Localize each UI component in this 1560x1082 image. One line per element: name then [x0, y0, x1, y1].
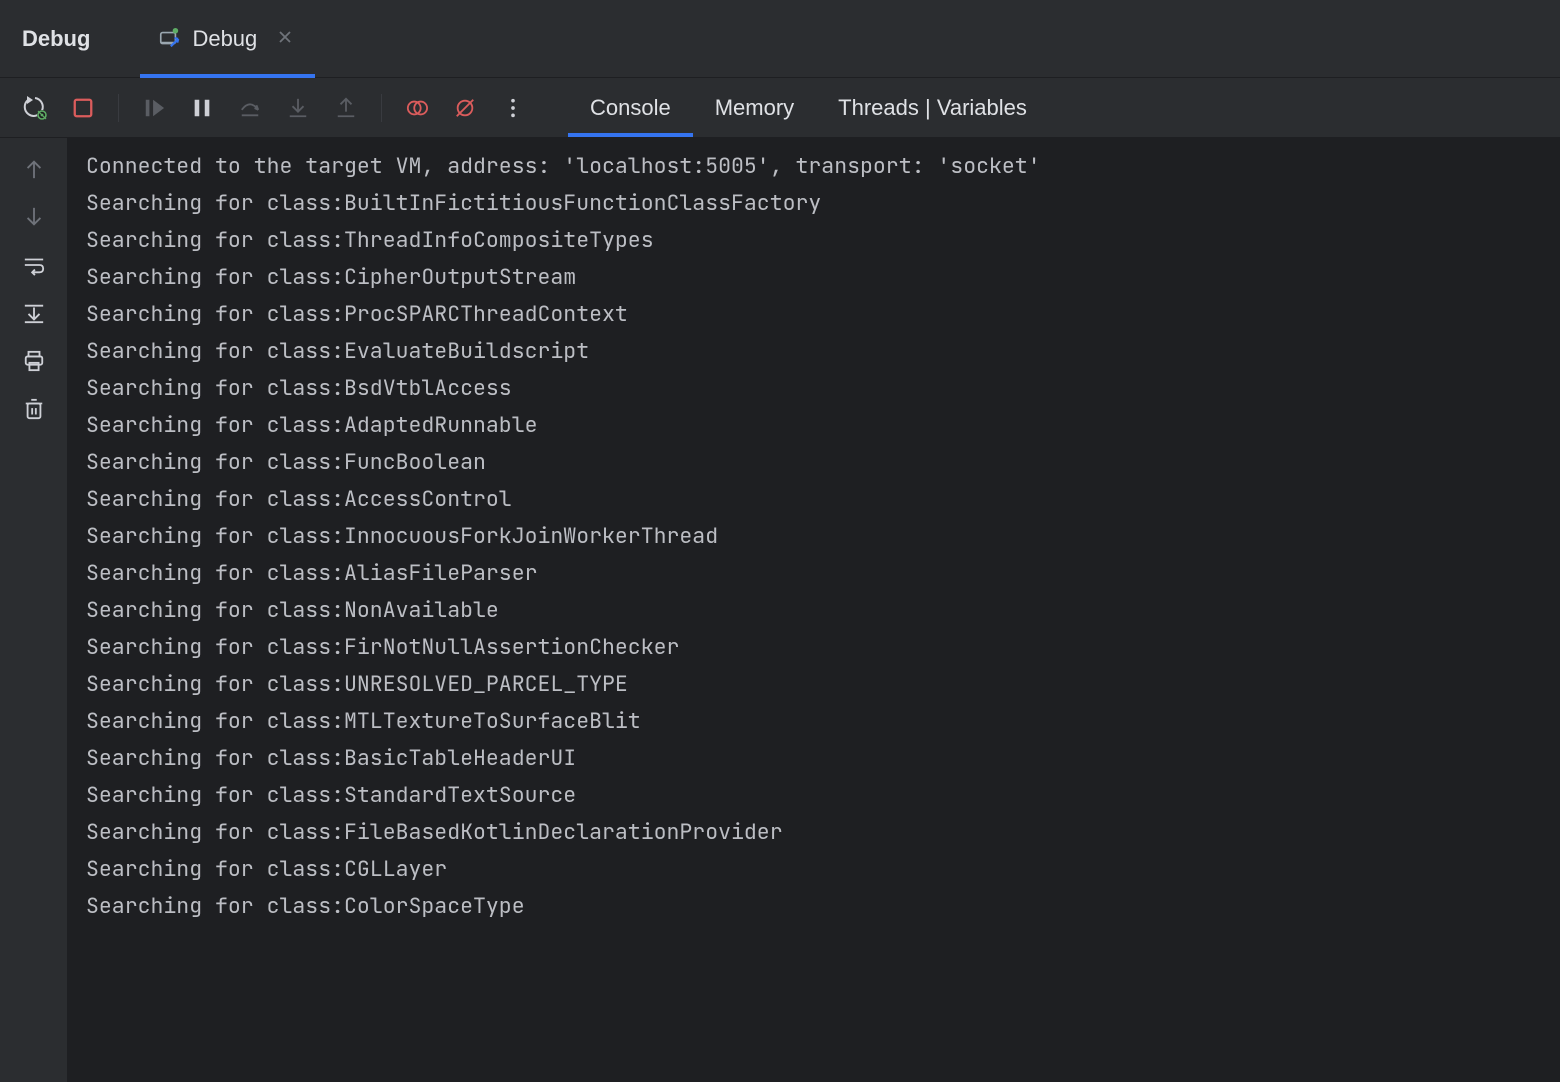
step-out-icon[interactable]	[333, 95, 359, 121]
debug-toolbar: Console Memory Threads | Variables	[0, 78, 1560, 138]
pause-icon[interactable]	[189, 95, 215, 121]
clear-icon[interactable]	[21, 396, 47, 422]
tab-console[interactable]: Console	[568, 78, 693, 137]
more-icon[interactable]	[500, 95, 526, 121]
run-config-icon	[158, 28, 180, 50]
tab-threads-variables[interactable]: Threads | Variables	[816, 78, 1049, 137]
tab-label: Debug	[192, 26, 257, 52]
mute-breakpoints-icon[interactable]	[452, 95, 478, 121]
resume-icon[interactable]	[141, 95, 167, 121]
panel-title: Debug	[22, 26, 90, 52]
console-output[interactable]: Connected to the target VM, address: 'lo…	[68, 138, 1560, 1082]
debug-panel-header: Debug Debug	[0, 0, 1560, 78]
soft-wrap-icon[interactable]	[21, 252, 47, 278]
debug-view-tabs: Console Memory Threads | Variables	[568, 78, 1049, 137]
tab-memory[interactable]: Memory	[693, 78, 816, 137]
scroll-to-end-icon[interactable]	[21, 300, 47, 326]
view-breakpoints-icon[interactable]	[404, 95, 430, 121]
console-gutter	[0, 138, 68, 1082]
separator	[118, 94, 119, 122]
debug-run-tab[interactable]: Debug	[140, 0, 315, 77]
step-into-icon[interactable]	[285, 95, 311, 121]
scroll-down-icon[interactable]	[21, 204, 47, 230]
scroll-up-icon[interactable]	[21, 156, 47, 182]
rerun-icon[interactable]	[22, 95, 48, 121]
close-tab-icon[interactable]	[277, 29, 297, 49]
separator	[381, 94, 382, 122]
print-icon[interactable]	[21, 348, 47, 374]
stop-icon[interactable]	[70, 95, 96, 121]
step-over-icon[interactable]	[237, 95, 263, 121]
